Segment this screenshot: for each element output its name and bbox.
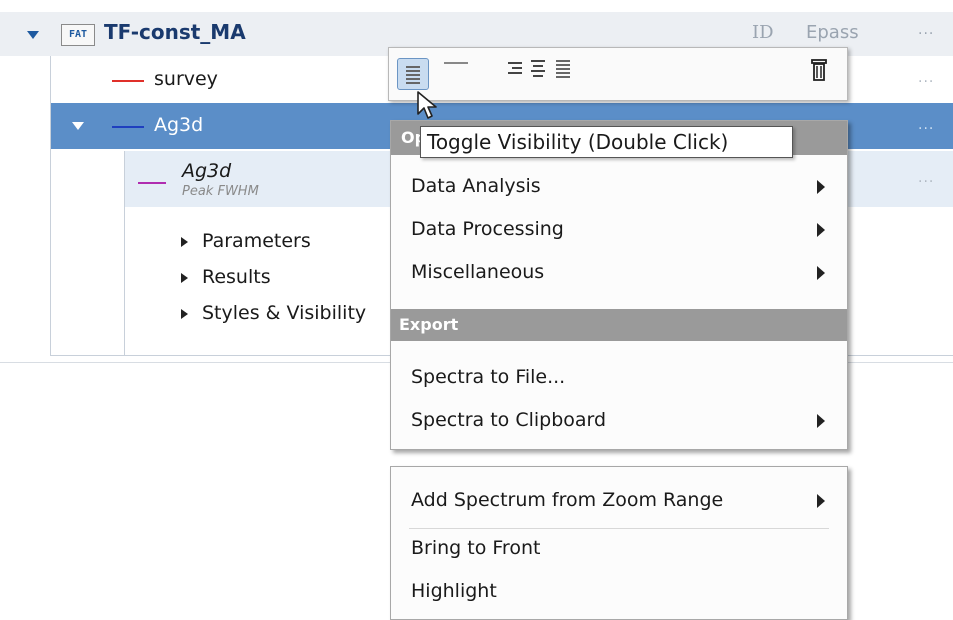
column-id-header[interactable]: ID	[752, 22, 774, 43]
menu-item-highlight[interactable]: Highlight	[411, 580, 497, 602]
tree-frame-left	[50, 56, 51, 356]
context-menu: Op Data Analysis Data Processing Miscell…	[390, 120, 848, 450]
spectrum-color-line	[112, 126, 144, 128]
submenu-arrow-icon	[817, 494, 825, 508]
root-title: TF-const_MA	[104, 20, 246, 44]
align-justify-icon[interactable]	[552, 57, 574, 81]
trash-icon[interactable]	[807, 57, 831, 83]
tree-frame-inner	[124, 151, 125, 356]
expand-arrow-icon[interactable]	[181, 273, 188, 283]
tree-row-label: Ag3d	[182, 160, 232, 182]
menu-item-miscellaneous[interactable]: Miscellaneous	[411, 261, 544, 283]
line-style-toolbar	[388, 47, 848, 101]
column-epass-header[interactable]: Epass	[806, 22, 859, 43]
context-menu-secondary: Add Spectrum from Zoom Range Bring to Fr…	[390, 466, 848, 620]
spectrum-color-line	[138, 182, 166, 184]
tree-child-styles-visibility[interactable]: Styles & Visibility	[202, 302, 390, 324]
tooltip: Toggle Visibility (Double Click)	[420, 126, 793, 158]
tree-child-results[interactable]: Results	[202, 266, 271, 288]
lines-icon[interactable]	[397, 58, 429, 90]
more-options-icon[interactable]: ...	[918, 170, 934, 186]
menu-item-data-processing[interactable]: Data Processing	[411, 218, 564, 240]
tree-row-label: survey	[154, 68, 218, 90]
more-options-icon[interactable]: ...	[918, 117, 934, 133]
tree-child-parameters[interactable]: Parameters	[202, 230, 311, 252]
expand-arrow-icon[interactable]	[181, 309, 188, 319]
submenu-arrow-icon	[817, 180, 825, 194]
dash-icon[interactable]	[444, 62, 468, 64]
align-center-icon[interactable]	[527, 57, 549, 81]
menu-separator	[409, 528, 829, 529]
tree-row-label: Ag3d	[154, 114, 204, 136]
menu-item-bring-to-front[interactable]: Bring to Front	[411, 537, 540, 559]
spectrum-color-line	[112, 80, 144, 82]
more-options-icon[interactable]: ...	[918, 22, 934, 38]
submenu-arrow-icon	[817, 414, 825, 428]
expand-arrow-icon[interactable]	[181, 237, 188, 247]
expand-arrow-icon[interactable]	[27, 31, 39, 39]
menu-section-header-export: Export	[391, 309, 847, 341]
collapse-arrow-icon[interactable]	[72, 122, 84, 130]
submenu-arrow-icon	[817, 266, 825, 280]
menu-item-spectra-to-file[interactable]: Spectra to File...	[411, 366, 565, 388]
menu-item-add-spectrum-zoom[interactable]: Add Spectrum from Zoom Range	[411, 489, 723, 511]
align-right-icon[interactable]	[502, 57, 524, 81]
more-options-icon[interactable]: ...	[918, 70, 934, 86]
submenu-arrow-icon	[817, 223, 825, 237]
fat-badge-icon: FAT	[61, 24, 95, 46]
menu-item-data-analysis[interactable]: Data Analysis	[411, 175, 541, 197]
mouse-cursor-icon	[417, 91, 437, 119]
menu-item-spectra-to-clipboard[interactable]: Spectra to Clipboard	[411, 409, 606, 431]
tree-row-sublabel: Peak FWHM	[182, 184, 259, 199]
